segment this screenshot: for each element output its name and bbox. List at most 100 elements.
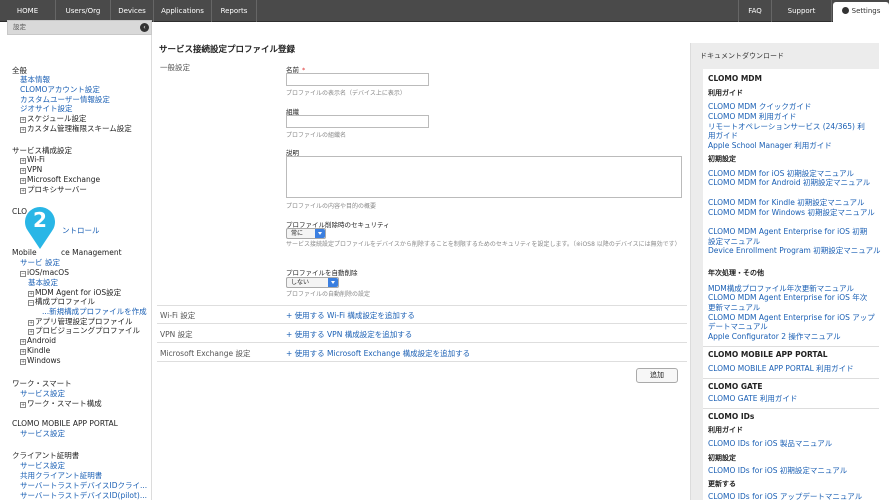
- doc-link[interactable]: CLOMO GATE 利用ガイド: [708, 394, 797, 403]
- nav-support[interactable]: Support: [772, 0, 832, 22]
- expand-icon[interactable]: +: [20, 178, 26, 184]
- doc-section-title: CLOMO MDM: [708, 74, 762, 83]
- sidebar-item[interactable]: 設定: [45, 258, 60, 268]
- add-exchange-link[interactable]: + 使用する Microsoft Exchange 構成設定を追加する: [286, 348, 470, 359]
- doc-link[interactable]: CLOMO MDM Agent Enterprise for iOS 年次: [708, 293, 867, 302]
- doc-link[interactable]: リモートオペレーションサービス (24/365) 利: [708, 122, 865, 131]
- expand-icon[interactable]: +: [20, 339, 26, 345]
- sidebar-item[interactable]: + カスタム管理権限スキーム設定: [20, 124, 132, 134]
- sidebar-item-label: iOS/macOS: [27, 268, 69, 277]
- docs-divider: [703, 346, 879, 347]
- sidebar-item[interactable]: + プロキシサーバー: [20, 185, 87, 195]
- sidebar-item[interactable]: + ワーク・スマート構成: [20, 399, 102, 409]
- doc-link[interactable]: CLOMO MDM for Windows 初期設定マニュアル: [708, 208, 875, 217]
- doc-link[interactable]: Apple Configurator 2 操作マニュアル: [708, 332, 841, 341]
- sidebar-item[interactable]: + Android: [20, 336, 56, 346]
- expand-icon[interactable]: +: [20, 158, 26, 164]
- expand-icon[interactable]: +: [28, 329, 34, 335]
- doc-section-title: CLOMO GATE: [708, 382, 763, 391]
- sidebar-item[interactable]: + Wi-Fi: [20, 155, 45, 165]
- security-select[interactable]: 常に: [286, 228, 326, 239]
- doc-link[interactable]: CLOMO IDs for iOS 初期設定マニュアル: [708, 466, 847, 475]
- org-input[interactable]: [286, 115, 429, 128]
- doc-link[interactable]: 用ガイド: [708, 131, 738, 140]
- sidebar-item[interactable]: サーバートラストデバイスIDクライ...: [20, 481, 147, 491]
- expand-icon[interactable]: +: [20, 188, 26, 194]
- nav-reports[interactable]: Reports: [212, 0, 257, 22]
- autodelete-select[interactable]: しない: [286, 277, 339, 288]
- sidebar-item[interactable]: + Windows: [20, 356, 60, 366]
- doc-link[interactable]: CLOMO MDM クイックガイド: [708, 102, 811, 111]
- expand-icon[interactable]: +: [20, 168, 26, 174]
- nav-home[interactable]: HOME: [0, 0, 56, 22]
- doc-section-title: 年次処理・その他: [708, 269, 764, 277]
- sidebar-item-label: Windows: [27, 356, 61, 365]
- section-divider: [157, 361, 687, 362]
- sidebar-item[interactable]: 基本設定: [28, 278, 58, 288]
- doc-section-title: 初期設定: [708, 454, 736, 462]
- page-title: サービス接続設定プロファイル登録: [159, 45, 296, 55]
- nav-devices[interactable]: Devices: [111, 0, 154, 22]
- doc-link[interactable]: CLOMO MDM Agent Enterprise for iOS 初期: [708, 227, 867, 236]
- expand-icon[interactable]: +: [20, 117, 26, 123]
- expand-icon[interactable]: +: [20, 359, 26, 365]
- sidebar-item[interactable]: + Kindle: [20, 346, 50, 356]
- sidebar-item[interactable]: + プロビジョニングプロファイル: [28, 326, 140, 336]
- section-divider: [157, 323, 687, 324]
- nav-settings-tab[interactable]: Settings: [833, 2, 889, 22]
- sidebar-item[interactable]: ントロール: [62, 226, 100, 236]
- expand-icon[interactable]: +: [20, 402, 26, 408]
- name-input[interactable]: [286, 73, 429, 86]
- doc-link[interactable]: Apple School Manager 利用ガイド: [708, 141, 832, 150]
- doc-link[interactable]: CLOMO IDs for iOS アップデートマニュアル: [708, 492, 862, 500]
- sidebar-item-label: MDM Agent for iOS設定: [35, 288, 122, 297]
- sidebar-item[interactable]: − 構成プロファイル: [28, 297, 95, 307]
- sidebar-item[interactable]: 共用クライアント証明書: [20, 471, 102, 481]
- desc-hint: プロファイルの内容や目的の概要: [286, 203, 377, 210]
- sidebar-item[interactable]: ジオサイト設定: [20, 104, 73, 114]
- sidebar-item[interactable]: サービス設定: [20, 429, 65, 439]
- add-wifi-link[interactable]: + 使用する Wi-Fi 構成設定を追加する: [286, 310, 415, 321]
- sidebar-item-label: サーバートラストデバイスIDクライ...: [20, 481, 148, 490]
- sidebar-item[interactable]: − iOS/macOS: [20, 268, 69, 278]
- select-arrow-icon: [328, 278, 338, 287]
- nav-faq[interactable]: FAQ: [738, 0, 772, 22]
- doc-link[interactable]: Device Enrollment Program 初期設定マニュアル: [708, 246, 881, 255]
- sidebar-item-label: サービス構成設定: [12, 146, 72, 155]
- doc-link[interactable]: CLOMO MDM for Android 初期設定マニュアル: [708, 178, 870, 187]
- desc-textarea[interactable]: [286, 156, 682, 198]
- sidebar-item-label: サーバートラストデバイスID(pilot)...: [20, 491, 147, 500]
- sidebar-item[interactable]: サービス設定: [20, 389, 65, 399]
- doc-link[interactable]: CLOMO MOBILE APP PORTAL 利用ガイド: [708, 364, 854, 373]
- doc-link[interactable]: CLOMO MDM 利用ガイド: [708, 112, 796, 121]
- sidebar-item[interactable]: + VPN: [20, 165, 42, 175]
- collapse-icon[interactable]: −: [20, 271, 26, 277]
- vpn-settings-label: VPN 設定: [160, 330, 193, 339]
- add-vpn-link[interactable]: + 使用する VPN 構成設定を追加する: [286, 329, 412, 340]
- sidebar-item[interactable]: サーバートラストデバイスID(pilot)...: [20, 491, 147, 500]
- sidebar-item[interactable]: サービス設定: [20, 461, 65, 471]
- docs-divider: [703, 378, 879, 379]
- nav-users-org[interactable]: Users/Org: [56, 0, 111, 22]
- sidebar-item[interactable]: + スケジュール設定: [20, 114, 86, 124]
- sidebar-item[interactable]: ...新規構成プロファイルを作成: [42, 307, 147, 317]
- sidebar-item[interactable]: + Microsoft Exchange: [20, 175, 100, 185]
- doc-link[interactable]: CLOMO IDs for iOS 製品マニュアル: [708, 439, 832, 448]
- doc-link[interactable]: 更新マニュアル: [708, 303, 760, 312]
- doc-link[interactable]: 設定マニュアル: [708, 237, 760, 246]
- expand-icon[interactable]: +: [20, 349, 26, 355]
- add-button[interactable]: 追加: [636, 368, 678, 383]
- nav-applications[interactable]: Applications: [154, 0, 212, 22]
- doc-link[interactable]: CLOMO MDM for iOS 初期設定マニュアル: [708, 169, 854, 178]
- doc-link[interactable]: MDM構成プロファイル年次更新マニュアル: [708, 284, 854, 293]
- doc-link[interactable]: CLOMO MDM for Kindle 初期設定マニュアル: [708, 198, 864, 207]
- sidebar-item[interactable]: 基本情報: [20, 75, 50, 85]
- sidebar-item[interactable]: サービ: [20, 258, 43, 268]
- chevron-left-icon[interactable]: ‹: [140, 23, 149, 32]
- doc-link[interactable]: CLOMO MDM Agent Enterprise for iOS アップ: [708, 313, 875, 322]
- sidebar-item[interactable]: CLOMOアカウント設定: [20, 85, 100, 95]
- collapse-icon[interactable]: −: [28, 300, 34, 306]
- expand-icon[interactable]: +: [20, 127, 26, 133]
- marker-number: 2: [33, 208, 47, 232]
- doc-link[interactable]: デートマニュアル: [708, 322, 768, 331]
